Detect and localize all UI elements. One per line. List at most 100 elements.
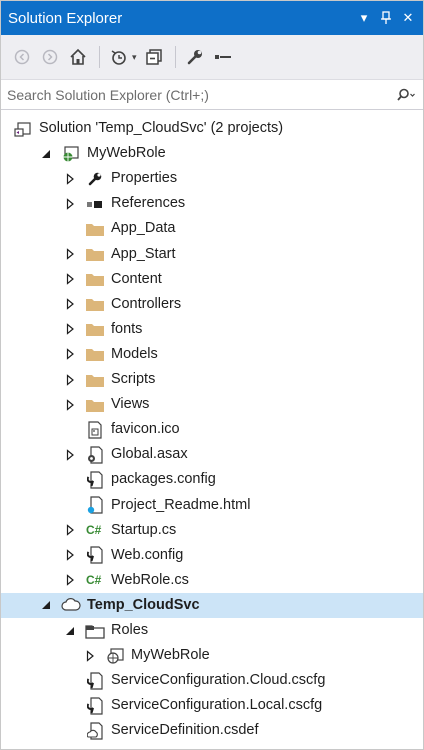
tree-item-label: Project_Readme.html bbox=[111, 496, 251, 513]
tree-item[interactable]: Models bbox=[1, 342, 423, 367]
folder-icon bbox=[85, 270, 105, 288]
expand-arrow-icon[interactable] bbox=[63, 197, 77, 211]
html-file-icon bbox=[85, 496, 105, 514]
tree-item[interactable]: Controllers bbox=[1, 292, 423, 317]
preview-dash-icon bbox=[214, 55, 231, 59]
properties-button[interactable] bbox=[182, 43, 208, 71]
collapse-arrow-icon[interactable] bbox=[39, 147, 53, 161]
solution-explorer-window: Solution Explorer ▾ ✕ ▾ Search Solution … bbox=[0, 0, 424, 750]
expand-arrow-icon[interactable] bbox=[63, 247, 77, 261]
tree-item[interactable]: Global.asax bbox=[1, 442, 423, 467]
cloud-project-icon bbox=[61, 596, 81, 614]
dropdown-icon: ▾ bbox=[360, 10, 368, 25]
history-button[interactable] bbox=[106, 43, 132, 71]
expand-arrow-icon[interactable] bbox=[63, 573, 77, 587]
folder-icon bbox=[85, 245, 105, 263]
csharp-file-icon: C# bbox=[85, 571, 105, 589]
expand-arrow-icon[interactable] bbox=[63, 297, 77, 311]
tree-item[interactable]: Properties bbox=[1, 166, 423, 191]
folder-icon bbox=[85, 371, 105, 389]
expand-arrow-icon[interactable] bbox=[63, 272, 77, 286]
web-project-icon bbox=[61, 145, 81, 163]
tree-item[interactable]: References bbox=[1, 191, 423, 216]
tree-item[interactable]: App_Data bbox=[1, 216, 423, 241]
back-button[interactable] bbox=[9, 43, 35, 71]
search-bar bbox=[1, 80, 423, 110]
tree-item-label: fonts bbox=[111, 320, 143, 337]
window-menu-button[interactable]: ▾ bbox=[353, 7, 375, 29]
tree-item[interactable]: Web.config bbox=[1, 543, 423, 568]
collapse-all-button[interactable] bbox=[141, 43, 167, 71]
tree-item-label: Global.asax bbox=[111, 446, 188, 463]
references-icon bbox=[85, 195, 105, 213]
search-input[interactable] bbox=[1, 80, 389, 109]
web-role-icon bbox=[105, 647, 125, 665]
tree-item-label: ServiceConfiguration.Cloud.cscfg bbox=[111, 672, 326, 689]
config-file-icon bbox=[85, 471, 105, 489]
folder-icon bbox=[85, 396, 105, 414]
tree-item[interactable]: C# WebRole.cs bbox=[1, 568, 423, 593]
expand-arrow-icon[interactable] bbox=[63, 322, 77, 336]
svg-text:C#: C# bbox=[86, 523, 102, 537]
forward-button[interactable] bbox=[37, 43, 63, 71]
tree-item-label: ServiceConfiguration.Local.cscfg bbox=[111, 697, 323, 714]
tree-item[interactable]: ServiceDefinition.csdef bbox=[1, 718, 423, 743]
tree-item[interactable]: Temp_CloudSvc bbox=[1, 592, 423, 618]
expand-arrow-icon[interactable] bbox=[63, 347, 77, 361]
asax-file-icon bbox=[85, 446, 105, 464]
tree-item[interactable]: Project_Readme.html bbox=[1, 493, 423, 518]
csharp-file-icon: C# bbox=[85, 521, 105, 539]
history-dropdown-icon[interactable]: ▾ bbox=[132, 52, 137, 63]
tree-item[interactable]: ServiceConfiguration.Local.cscfg bbox=[1, 693, 423, 718]
expand-arrow-icon[interactable] bbox=[83, 649, 97, 663]
close-button[interactable]: ✕ bbox=[397, 7, 419, 29]
tree-item-label: App_Start bbox=[111, 245, 176, 262]
tree-item-label: Models bbox=[111, 345, 158, 362]
config-file-icon bbox=[85, 546, 105, 564]
image-file-icon bbox=[85, 421, 105, 439]
expand-arrow-icon[interactable] bbox=[63, 172, 77, 186]
expand-arrow-icon[interactable] bbox=[63, 398, 77, 412]
window-title: Solution Explorer bbox=[8, 9, 123, 27]
tree-item[interactable]: MyWebRole bbox=[1, 643, 423, 668]
tree-item[interactable]: packages.config bbox=[1, 467, 423, 492]
tree-item[interactable]: C# Startup.cs bbox=[1, 518, 423, 543]
search-icon bbox=[397, 88, 415, 101]
expand-arrow-icon[interactable] bbox=[63, 523, 77, 537]
expand-arrow-icon[interactable] bbox=[63, 548, 77, 562]
tree-item-label: favicon.ico bbox=[111, 421, 180, 438]
tree-item-label: Controllers bbox=[111, 295, 182, 312]
tree-item[interactable]: fonts bbox=[1, 317, 423, 342]
home-icon bbox=[70, 48, 86, 65]
collapse-all-icon bbox=[145, 49, 162, 65]
tree-item[interactable]: Scripts bbox=[1, 367, 423, 392]
pin-button[interactable] bbox=[375, 7, 397, 29]
tree-item-label: Scripts bbox=[111, 371, 156, 387]
tree-item[interactable]: Content bbox=[1, 267, 423, 292]
expand-arrow-icon[interactable] bbox=[63, 448, 77, 462]
cscfg-file-icon bbox=[85, 672, 105, 690]
tree-item[interactable]: Solution 'Temp_CloudSvc' (2 projects) bbox=[1, 116, 423, 141]
collapse-arrow-icon[interactable] bbox=[39, 598, 53, 612]
tree-item[interactable]: favicon.ico bbox=[1, 417, 423, 442]
tree-item-label: MyWebRole bbox=[131, 647, 210, 664]
tree-item[interactable]: Views bbox=[1, 392, 423, 417]
tree-item-label: ServiceDefinition.csdef bbox=[111, 722, 259, 739]
collapse-arrow-icon[interactable] bbox=[63, 624, 77, 638]
search-button[interactable] bbox=[389, 88, 423, 102]
tree-item[interactable]: App_Start bbox=[1, 242, 423, 267]
tree-item[interactable]: Roles bbox=[1, 618, 423, 643]
home-button[interactable] bbox=[65, 43, 91, 71]
tree-item-label: Roles bbox=[111, 622, 149, 638]
tree-item[interactable]: MyWebRole bbox=[1, 141, 423, 166]
folder-icon bbox=[85, 295, 105, 313]
preview-button[interactable] bbox=[210, 43, 236, 71]
tree-item[interactable]: ServiceConfiguration.Cloud.cscfg bbox=[1, 668, 423, 693]
expand-arrow-icon[interactable] bbox=[63, 373, 77, 387]
properties-wrench-icon bbox=[187, 50, 202, 65]
csdef-file-icon bbox=[85, 722, 105, 740]
